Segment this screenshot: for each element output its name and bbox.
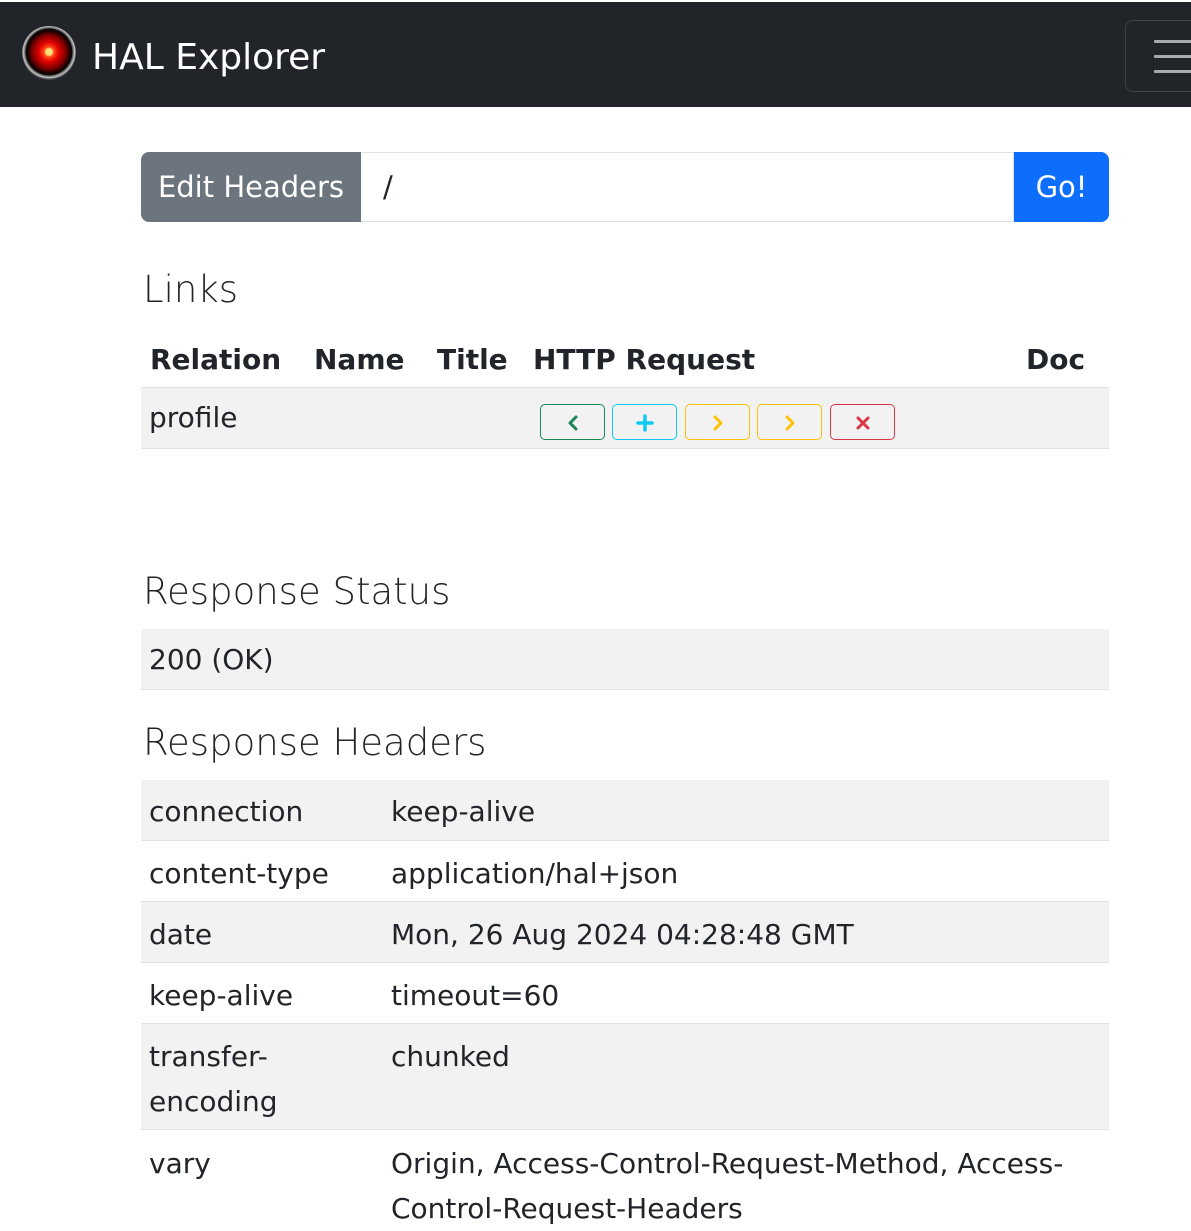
header-name: keep-alive [149,979,294,1012]
header-name: date [149,918,213,951]
chevron-right-icon [713,415,723,431]
patch-request-button[interactable] [757,404,822,440]
column-header-name: Name [314,343,405,376]
column-header-doc: Doc [1026,343,1086,376]
plus-icon [636,414,654,432]
header-value: Mon, 26 Aug 2024 04:28:48 GMT [391,918,854,951]
url-input[interactable] [361,152,1014,222]
go-button[interactable]: Go! [1014,152,1109,222]
header-name: content-type [149,857,329,890]
response-headers-heading: Response Headers [143,721,487,764]
header-value: timeout=60 [391,979,560,1012]
header-value: application/hal+json [391,857,679,890]
header-row: vary Origin, Access-Control-Request-Meth… [141,1129,1109,1231]
header-value: Origin, Access-Control-Request-Method, A… [391,1147,1064,1180]
put-request-button[interactable] [685,404,750,440]
header-name-continued: encoding [149,1085,278,1118]
edit-headers-button[interactable]: Edit Headers [141,152,361,222]
header-value: keep-alive [391,795,536,828]
navbar: HAL Explorer [0,0,1191,107]
header-name: connection [149,795,304,828]
response-status-value: 200 (OK) [149,643,274,676]
hamburger-menu-icon [1154,40,1191,43]
header-row: transfer- encoding chunked [141,1023,1109,1130]
column-header-http-request: HTTP Request [533,343,756,376]
header-row: keep-alive timeout=60 [141,962,1109,1024]
response-status-row: 200 (OK) [141,629,1109,690]
header-name: transfer- [149,1040,268,1073]
brand-title[interactable]: HAL Explorer [92,35,325,81]
hamburger-bar [1154,55,1191,58]
column-header-relation: Relation [150,343,282,376]
x-icon [856,416,870,430]
delete-request-button[interactable] [830,404,895,440]
post-request-button[interactable] [612,404,677,440]
header-row: content-type application/hal+json [141,840,1109,902]
header-value-continued: Control-Request-Headers [391,1192,743,1225]
header-row: connection keep-alive [141,780,1109,841]
column-header-title: Title [437,343,508,376]
chevron-right-icon [785,415,795,431]
navbar-toggler-button[interactable] [1125,20,1191,92]
header-name: vary [149,1147,211,1180]
link-relation: profile [149,401,238,434]
hamburger-bar [1154,70,1191,73]
header-value: chunked [391,1040,510,1073]
links-heading: Links [143,268,239,311]
hal-9000-eye-icon[interactable] [22,26,76,80]
get-request-button[interactable] [540,404,605,440]
chevron-left-icon [568,415,578,431]
response-status-heading: Response Status [143,570,451,613]
request-url-group: Edit Headers Go! [141,152,1109,222]
header-row: date Mon, 26 Aug 2024 04:28:48 GMT [141,901,1109,963]
